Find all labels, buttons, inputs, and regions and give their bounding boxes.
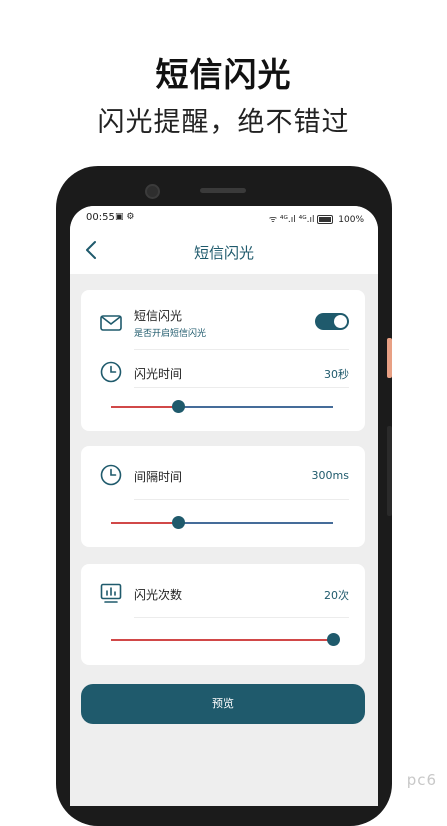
status-bar: 00:55 ▣ ⚙ ᯤ ⁴ᴳ.ıl ⁴ᴳ.ıl 100% [70,206,378,228]
toggle-knob [334,315,347,328]
divider [134,349,349,350]
promo-subtitle: 闪光提醒，绝不错过 [97,107,350,138]
earpiece-speaker [200,188,246,193]
page-title: 短信闪光 [193,244,254,262]
flash-duration-label: 闪光时间 [134,367,183,381]
watermark-logo: pc6 [406,771,437,789]
app-bar: 短信闪光 [70,228,378,274]
interval-value: 300ms [311,469,349,482]
sms-flash-card: 短信闪光 是否开启短信闪光 闪光时间 30秒 [81,290,365,431]
slider-track-active [111,522,178,524]
phone-screen: 00:55 ▣ ⚙ ᯤ ⁴ᴳ.ıl ⁴ᴳ.ıl 100% 短信闪光 短信闪光 是… [70,206,378,806]
battery-icon [317,215,334,224]
preview-button[interactable]: 预览 [81,684,365,724]
flash-count-slider[interactable] [111,632,340,648]
clock-icon [100,361,122,383]
slider-track-inactive [178,406,333,408]
slider-track-active [111,406,178,408]
envelope-icon [100,315,122,331]
promo-title: 短信闪光 [155,55,292,94]
slider-thumb[interactable] [327,633,340,646]
signal-icons: ᯤ ⁴ᴳ.ıl ⁴ᴳ.ıl [268,215,315,225]
divider [134,499,349,500]
power-button [387,338,392,378]
battery-level: 100% [338,215,364,225]
slider-track-inactive [178,522,333,524]
interval-card: 间隔时间 300ms [81,446,365,547]
volume-button [387,426,392,516]
notification-icons: ▣ ⚙ [115,212,135,222]
interval-slider[interactable] [111,515,333,531]
interval-label: 间隔时间 [134,470,183,484]
divider [134,387,349,388]
slider-thumb[interactable] [172,516,185,529]
flash-count-label: 闪光次数 [134,588,183,602]
flash-count-card: 闪光次数 20次 [81,564,365,665]
slider-track-active [111,639,333,641]
status-time: 00:55 [86,212,115,223]
flash-duration-slider[interactable] [111,399,333,415]
front-camera [145,184,160,199]
sms-flash-toggle[interactable] [315,313,349,330]
clock-icon [100,464,122,486]
slider-thumb[interactable] [172,400,185,413]
sms-flash-sublabel: 是否开启短信闪光 [134,329,207,339]
status-right: ᯤ ⁴ᴳ.ıl ⁴ᴳ.ıl 100% [269,212,364,225]
flash-count-value: 20次 [324,589,349,602]
flash-duration-value: 30秒 [324,368,349,381]
chart-monitor-icon [100,583,122,603]
divider [134,617,349,618]
sms-flash-label: 短信闪光 [134,309,183,323]
